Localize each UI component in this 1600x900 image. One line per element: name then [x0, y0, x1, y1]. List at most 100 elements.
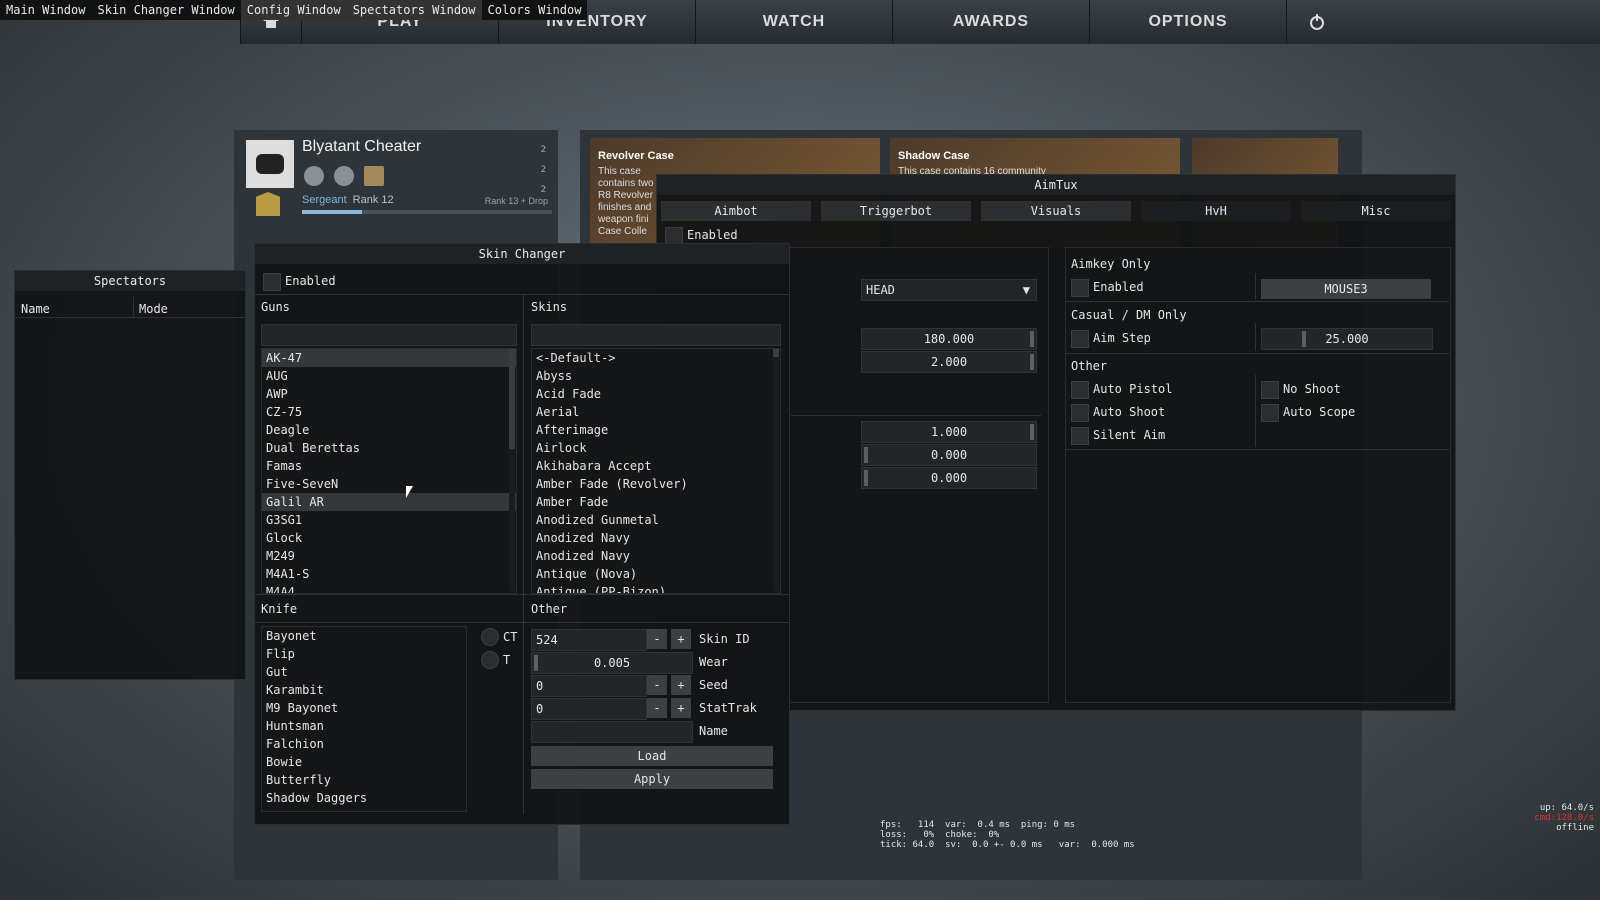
medal-icon: [364, 166, 384, 186]
skin-list-item[interactable]: Aerial: [532, 403, 780, 421]
seed-input[interactable]: 0: [531, 675, 647, 697]
tab-visuals[interactable]: Visuals: [981, 201, 1131, 221]
apply-button[interactable]: Apply: [531, 769, 773, 789]
aimtux-title[interactable]: AimTux: [657, 175, 1455, 195]
aimkey-button[interactable]: MOUSE3: [1261, 279, 1431, 299]
skin-list-item[interactable]: Airlock: [532, 439, 780, 457]
menu-main-window[interactable]: Main Window: [0, 0, 91, 20]
seed-plus-button[interactable]: +: [671, 675, 691, 695]
column-divider[interactable]: [133, 297, 134, 317]
skin-list-item[interactable]: Amber Fade: [532, 493, 780, 511]
knife-list-item[interactable]: Huntsman: [262, 717, 466, 735]
tab-aimbot[interactable]: Aimbot: [661, 201, 811, 221]
value-slider[interactable]: 0.000: [861, 444, 1037, 466]
guns-filter-input[interactable]: [261, 324, 517, 346]
menu-skin-changer-window[interactable]: Skin Changer Window: [91, 0, 240, 20]
aimkey-enabled-checkbox[interactable]: [1071, 279, 1089, 297]
gun-list-item[interactable]: Dual Berettas: [262, 439, 516, 457]
knife-list-item[interactable]: Karambit: [262, 681, 466, 699]
gun-list-item[interactable]: Glock: [262, 529, 516, 547]
spectators-window[interactable]: Spectators Name Mode: [14, 270, 246, 680]
gun-list-item[interactable]: Five-SeveN: [262, 475, 516, 493]
value-slider[interactable]: 0.000: [861, 467, 1037, 489]
nav-awards[interactable]: AWARDS: [892, 0, 1089, 44]
guns-scrollbar[interactable]: [509, 349, 515, 591]
stattrak-input[interactable]: 0: [531, 698, 647, 720]
gun-list-item[interactable]: G3SG1: [262, 511, 516, 529]
wear-value: 0.005: [593, 656, 631, 670]
aim-step-checkbox[interactable]: [1071, 330, 1089, 348]
no-shoot-checkbox[interactable]: [1261, 381, 1279, 399]
nav-options[interactable]: OPTIONS: [1089, 0, 1286, 44]
gun-list-item[interactable]: AUG: [262, 367, 516, 385]
skin-id-plus-button[interactable]: +: [671, 629, 691, 649]
gun-list-item[interactable]: AK-47: [262, 349, 516, 367]
avatar[interactable]: [246, 140, 294, 188]
auto-shoot-checkbox[interactable]: [1071, 404, 1089, 422]
menu-colors-window[interactable]: Colors Window: [482, 0, 588, 20]
ct-radio[interactable]: [481, 628, 499, 646]
skin-list-item[interactable]: Anodized Navy: [532, 529, 780, 547]
knife-list-item[interactable]: Bowie: [262, 753, 466, 771]
menu-spectators-window[interactable]: Spectators Window: [346, 0, 482, 20]
skin-changer-enabled-checkbox[interactable]: [263, 273, 281, 291]
gun-list-item[interactable]: M4A4: [262, 583, 516, 593]
nav-power[interactable]: [1286, 0, 1347, 44]
smooth-slider[interactable]: 2.000: [861, 351, 1037, 373]
skin-list-item[interactable]: Akihabara Accept: [532, 457, 780, 475]
skin-id-minus-button[interactable]: -: [647, 629, 667, 649]
gun-list-item[interactable]: M249: [262, 547, 516, 565]
skin-changer-enabled-label: Enabled: [285, 274, 336, 288]
skin-list-item[interactable]: Afterimage: [532, 421, 780, 439]
nav-watch[interactable]: WATCH: [695, 0, 892, 44]
knife-list-item[interactable]: Butterfly: [262, 771, 466, 789]
skin-list-item[interactable]: Amber Fade (Revolver): [532, 475, 780, 493]
skin-list-item[interactable]: Anodized Gunmetal: [532, 511, 780, 529]
rcs-slider[interactable]: 1.000: [861, 421, 1037, 443]
tab-misc[interactable]: Misc: [1301, 201, 1451, 221]
seed-minus-button[interactable]: -: [647, 675, 667, 695]
tab-hvh[interactable]: HvH: [1141, 201, 1291, 221]
fov-slider[interactable]: 180.000: [861, 328, 1037, 350]
skins-list[interactable]: <-Default-> Abyss Acid Fade Aerial Afterimag…: [531, 348, 781, 594]
guns-list[interactable]: AK-47 AUG AWP CZ-75 Deagle Dual Berettas Famas…: [261, 348, 517, 594]
skin-list-item[interactable]: <-Default->: [532, 349, 780, 367]
gun-list-item[interactable]: CZ-75: [262, 403, 516, 421]
knife-list-item[interactable]: M9 Bayonet: [262, 699, 466, 717]
skin-changer-title[interactable]: Skin Changer: [255, 244, 789, 264]
stattrak-plus-button[interactable]: +: [671, 698, 691, 718]
bone-select[interactable]: HEAD ▼: [861, 279, 1037, 301]
knife-list-item[interactable]: Gut: [262, 663, 466, 681]
skin-list-item[interactable]: Antique (PP-Bizon): [532, 583, 780, 593]
skin-list-item[interactable]: Abyss: [532, 367, 780, 385]
menu-config-window[interactable]: Config Window: [240, 0, 347, 20]
skin-list-item[interactable]: Acid Fade: [532, 385, 780, 403]
gun-list-item[interactable]: Famas: [262, 457, 516, 475]
skin-list-item[interactable]: Anodized Navy: [532, 547, 780, 565]
stattrak-minus-button[interactable]: -: [647, 698, 667, 718]
tab-triggerbot[interactable]: Triggerbot: [821, 201, 971, 221]
knife-list-item[interactable]: Flip: [262, 645, 466, 663]
knife-list[interactable]: Bayonet Flip Gut Karambit M9 Bayonet Huntsman…: [261, 626, 467, 812]
knife-list-item[interactable]: Shadow Daggers: [262, 789, 466, 807]
gun-list-item[interactable]: M4A1-S: [262, 565, 516, 583]
skin-changer-window[interactable]: Skin Changer Enabled Guns Skins AK-47 AUG…: [254, 243, 790, 825]
skin-list-item[interactable]: Antique (Nova): [532, 565, 780, 583]
knife-list-item[interactable]: Falchion: [262, 735, 466, 753]
aim-step-slider[interactable]: 25.000: [1261, 328, 1433, 350]
gun-list-item[interactable]: AWP: [262, 385, 516, 403]
wear-slider[interactable]: 0.005: [531, 652, 693, 674]
gun-list-item[interactable]: Galil AR: [262, 493, 516, 511]
auto-scope-checkbox[interactable]: [1261, 404, 1279, 422]
load-button[interactable]: Load: [531, 746, 773, 766]
skins-filter-input[interactable]: [531, 324, 781, 346]
gun-list-item[interactable]: Deagle: [262, 421, 516, 439]
skin-id-input[interactable]: 524: [531, 629, 647, 651]
name-input[interactable]: [531, 721, 693, 743]
skins-scrollbar[interactable]: [773, 349, 779, 591]
auto-pistol-checkbox[interactable]: [1071, 381, 1089, 399]
t-radio[interactable]: [481, 651, 499, 669]
knife-list-item[interactable]: Bayonet: [262, 627, 466, 645]
spectators-title[interactable]: Spectators: [15, 271, 245, 291]
silent-aim-checkbox[interactable]: [1071, 427, 1089, 445]
